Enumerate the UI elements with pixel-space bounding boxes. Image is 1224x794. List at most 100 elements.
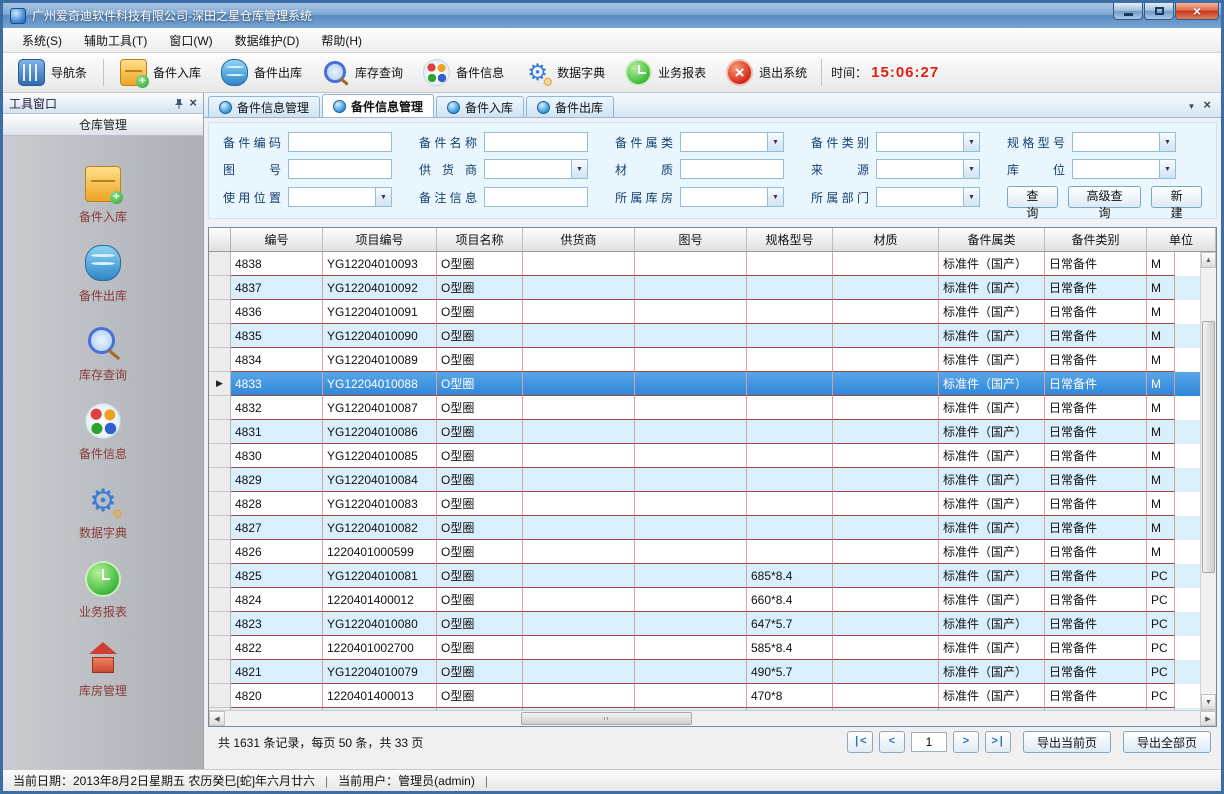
table-row[interactable]: 48241220401400012O型圈660*8.4标准件（国产）日常备件PC bbox=[209, 588, 1200, 612]
table-row[interactable]: 4829YG12204010084O型圈标准件（国产）日常备件M bbox=[209, 468, 1200, 492]
pin-icon[interactable] bbox=[174, 98, 184, 109]
column-header-9[interactable]: 单位 bbox=[1147, 228, 1216, 251]
cell bbox=[747, 276, 833, 300]
close-button[interactable] bbox=[1175, 3, 1219, 20]
horizontal-scrollbar[interactable] bbox=[209, 710, 1216, 726]
table-row[interactable]: 4830YG12204010085O型圈标准件（国产）日常备件M bbox=[209, 444, 1200, 468]
tab-close-icon[interactable] bbox=[1203, 98, 1211, 112]
column-header-4[interactable]: 图号 bbox=[635, 228, 747, 251]
vertical-scrollbar[interactable] bbox=[1200, 252, 1216, 710]
advanced-query-button[interactable]: 高级查询 bbox=[1068, 186, 1142, 208]
location-select[interactable] bbox=[1072, 159, 1176, 179]
page-number-input[interactable] bbox=[911, 732, 947, 752]
db-out-icon bbox=[221, 59, 248, 86]
part-type-select[interactable] bbox=[876, 132, 980, 152]
table-row[interactable]: 4825YG12204010081O型圈685*8.4标准件（国产）日常备件PC bbox=[209, 564, 1200, 588]
table-row[interactable]: 48261220401000599O型圈标准件（国产）日常备件M bbox=[209, 540, 1200, 564]
exit-system-button[interactable]: 退出系统 bbox=[717, 56, 816, 89]
table-row[interactable]: 4834YG12204010089O型圈标准件（国产）日常备件M bbox=[209, 348, 1200, 372]
tab-parts-info-mgmt-1[interactable]: 备件信息管理 bbox=[208, 96, 320, 117]
export-all-pages-button[interactable]: 导出全部页 bbox=[1123, 731, 1211, 753]
new-button[interactable]: 新建 bbox=[1151, 186, 1202, 208]
table-row[interactable]: 4836YG12204010091O型圈标准件（国产）日常备件M bbox=[209, 300, 1200, 324]
department-select[interactable] bbox=[876, 187, 980, 207]
remark-input[interactable] bbox=[484, 187, 588, 207]
scroll-left-icon[interactable] bbox=[209, 711, 225, 726]
sidebar-item-business-report[interactable]: 业务报表 bbox=[3, 551, 203, 630]
table-row[interactable]: 4835YG12204010090O型圈标准件（国产）日常备件M bbox=[209, 324, 1200, 348]
column-header-2[interactable]: 项目名称 bbox=[437, 228, 523, 251]
tab-list-dropdown-icon[interactable] bbox=[1187, 98, 1195, 112]
table-row[interactable]: 48201220401400013O型圈470*8标准件（国产）日常备件PC bbox=[209, 684, 1200, 708]
vertical-scrollbar-thumb[interactable] bbox=[1202, 321, 1215, 573]
scroll-up-icon[interactable] bbox=[1201, 252, 1216, 268]
minimize-button[interactable] bbox=[1113, 3, 1143, 20]
table-row[interactable]: 4827YG12204010082O型圈标准件（国产）日常备件M bbox=[209, 516, 1200, 540]
use-position-select[interactable] bbox=[288, 187, 392, 207]
table-row[interactable]: 4838YG12204010093O型圈标准件（国产）日常备件M bbox=[209, 252, 1200, 276]
part-code-input[interactable] bbox=[288, 132, 392, 152]
scroll-right-icon[interactable] bbox=[1200, 711, 1216, 726]
tab-parts-outbound[interactable]: 备件出库 bbox=[526, 96, 614, 117]
table-row[interactable]: 4833YG12204010088O型圈标准件（国产）日常备件M bbox=[209, 372, 1200, 396]
query-button[interactable]: 查询 bbox=[1007, 186, 1058, 208]
part-class-select[interactable] bbox=[680, 132, 784, 152]
parts-outbound-button[interactable]: 备件出库 bbox=[212, 56, 311, 89]
supplier-select[interactable] bbox=[484, 159, 588, 179]
cell bbox=[833, 396, 939, 420]
cell bbox=[747, 492, 833, 516]
stock-query-button[interactable]: 库存查询 bbox=[313, 56, 412, 89]
horizontal-scrollbar-thumb[interactable] bbox=[521, 712, 692, 725]
column-header-8[interactable]: 备件类别 bbox=[1045, 228, 1147, 251]
data-dictionary-button[interactable]: 数据字典 bbox=[515, 56, 614, 89]
column-header-3[interactable]: 供货商 bbox=[523, 228, 635, 251]
table-row[interactable]: 4821YG12204010079O型圈490*5.7标准件（国产）日常备件PC bbox=[209, 660, 1200, 684]
row-indicator bbox=[209, 420, 231, 444]
table-row[interactable]: 4837YG12204010092O型圈标准件（国产）日常备件M bbox=[209, 276, 1200, 300]
table-row[interactable]: 48221220401002700O型圈585*8.4标准件（国产）日常备件PC bbox=[209, 636, 1200, 660]
sidebar-item-data-dictionary[interactable]: 数据字典 bbox=[3, 472, 203, 551]
sidebar-item-parts-info[interactable]: 备件信息 bbox=[3, 393, 203, 472]
scroll-down-icon[interactable] bbox=[1201, 694, 1216, 710]
next-page-button[interactable]: > bbox=[953, 731, 979, 753]
table-row[interactable]: 4828YG12204010083O型圈标准件（国产）日常备件M bbox=[209, 492, 1200, 516]
window-title: 广州爱奇迪软件科技有限公司-深田之星仓库管理系统 bbox=[32, 7, 312, 24]
maximize-button[interactable] bbox=[1144, 3, 1174, 20]
tab-parts-info-mgmt-2[interactable]: 备件信息管理 bbox=[322, 94, 434, 117]
column-header-5[interactable]: 规格型号 bbox=[747, 228, 833, 251]
column-header-1[interactable]: 项目编号 bbox=[323, 228, 437, 251]
sidebar-item-warehouse-mgmt[interactable]: 库房管理 bbox=[3, 630, 203, 709]
export-current-page-button[interactable]: 导出当前页 bbox=[1023, 731, 1111, 753]
sidebar-item-stock-query[interactable]: 库存查询 bbox=[3, 314, 203, 393]
material-input[interactable] bbox=[680, 159, 784, 179]
menu-item-4[interactable]: 帮助(H) bbox=[310, 28, 373, 52]
first-page-button[interactable]: |< bbox=[847, 731, 873, 753]
column-header-7[interactable]: 备件属类 bbox=[939, 228, 1045, 251]
column-header-6[interactable]: 材质 bbox=[833, 228, 939, 251]
spec-model-select[interactable] bbox=[1072, 132, 1176, 152]
menu-item-2[interactable]: 窗口(W) bbox=[158, 28, 223, 52]
menu-item-1[interactable]: 辅助工具(T) bbox=[73, 28, 158, 52]
part-name-input[interactable] bbox=[484, 132, 588, 152]
navigator-button[interactable]: 导航条 bbox=[9, 56, 96, 89]
parts-inbound-button[interactable]: 备件入库 bbox=[111, 56, 210, 89]
business-report-button[interactable]: 业务报表 bbox=[616, 56, 715, 89]
table-row[interactable]: 4832YG12204010087O型圈标准件（国产）日常备件M bbox=[209, 396, 1200, 420]
tab-parts-inbound[interactable]: 备件入库 bbox=[436, 96, 524, 117]
drawing-no-input[interactable] bbox=[288, 159, 392, 179]
warehouse-select[interactable] bbox=[680, 187, 784, 207]
warehouse-group-header[interactable]: 仓库管理 bbox=[3, 114, 203, 136]
menu-item-3[interactable]: 数据维护(D) bbox=[224, 28, 311, 52]
table-row[interactable]: 4831YG12204010086O型圈标准件（国产）日常备件M bbox=[209, 420, 1200, 444]
source-select[interactable] bbox=[876, 159, 980, 179]
column-header-0[interactable]: 编号 bbox=[231, 228, 323, 251]
prev-page-button[interactable]: < bbox=[879, 731, 905, 753]
parts-info-button[interactable]: 备件信息 bbox=[414, 56, 513, 89]
table-row[interactable]: 4823YG12204010080O型圈647*5.7标准件（国产）日常备件PC bbox=[209, 612, 1200, 636]
last-page-button[interactable]: >| bbox=[985, 731, 1011, 753]
search-buttons: 查询高级查询新建 bbox=[1007, 186, 1202, 208]
dock-close-icon[interactable] bbox=[189, 96, 197, 110]
sidebar-item-parts-outbound[interactable]: 备件出库 bbox=[3, 235, 203, 314]
menu-item-0[interactable]: 系统(S) bbox=[11, 28, 73, 52]
sidebar-item-parts-inbound[interactable]: 备件入库 bbox=[3, 156, 203, 235]
